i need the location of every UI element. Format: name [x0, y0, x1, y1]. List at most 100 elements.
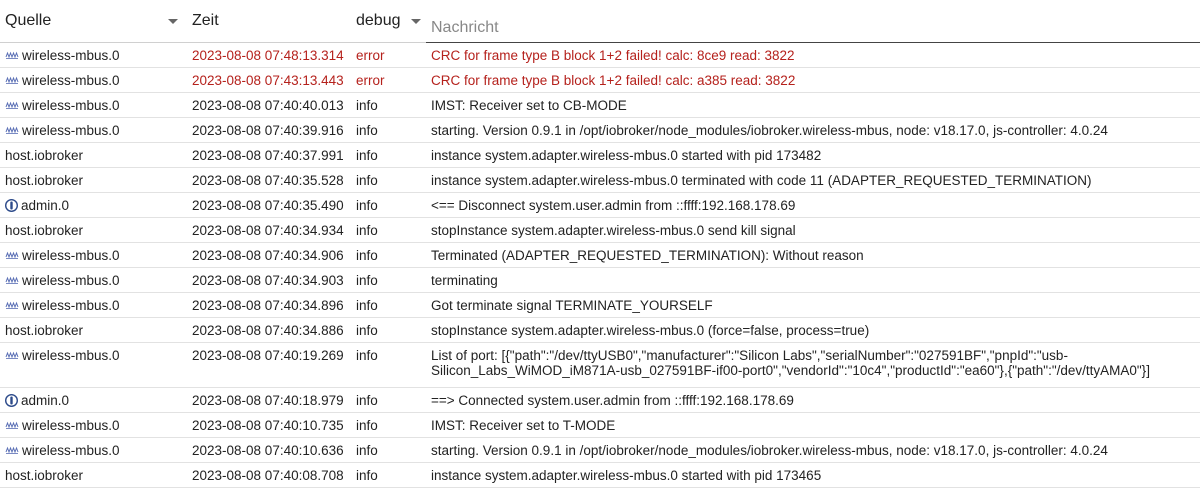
source-cell: admin.0	[0, 388, 186, 412]
message-cell: IMST: Receiver set to T-MODE	[431, 418, 616, 433]
source-cell: wireless-mbus.0	[0, 243, 186, 267]
admin-icon	[5, 394, 18, 407]
table-row[interactable]: host.iobroker 2023-08-08 07:40:08.708 info…	[0, 463, 1200, 488]
table-row[interactable]: wireless-mbus.0 2023-08-08 07:40:40.013 in…	[0, 93, 1200, 118]
message-cell: List of port: [{"path":"/dev/ttyUSB0","m…	[431, 348, 1150, 378]
admin-icon	[5, 199, 18, 212]
level-cell: info	[356, 468, 378, 483]
message-cell: starting. Version 0.9.1 in /opt/iobroker…	[431, 443, 1108, 458]
source-label: wireless-mbus.0	[22, 348, 120, 363]
message-cell: stopInstance system.adapter.wireless-mbu…	[431, 223, 796, 238]
table-row[interactable]: wireless-mbus.0 2023-08-08 07:40:34.903 in…	[0, 268, 1200, 293]
table-row[interactable]: wireless-mbus.0 2023-08-08 07:40:10.636 in…	[0, 438, 1200, 463]
time-cell: 2023-08-08 07:40:10.636	[192, 443, 344, 458]
level-cell: info	[356, 418, 378, 433]
table-row[interactable]: wireless-mbus.0 2023-08-08 07:43:13.443 er…	[0, 68, 1200, 93]
table-row[interactable]: wireless-mbus.0 2023-08-08 07:40:34.896 in…	[0, 293, 1200, 318]
wireless-mbus-icon	[5, 75, 19, 85]
table-row[interactable]: wireless-mbus.0 2023-08-08 07:40:39.916 in…	[0, 118, 1200, 143]
level-filter-label: debug	[356, 12, 401, 29]
table-row[interactable]: wireless-mbus.0 2023-08-08 07:48:13.314 er…	[0, 43, 1200, 68]
message-cell: starting. Version 0.9.1 in /opt/iobroker…	[431, 123, 1108, 138]
source-label: admin.0	[21, 393, 70, 408]
table-row[interactable]: host.iobroker 2023-08-08 07:40:34.886 info…	[0, 318, 1200, 343]
log-rows: wireless-mbus.0 2023-08-08 07:48:13.314 er…	[0, 43, 1200, 488]
time-cell: 2023-08-08 07:40:34.934	[192, 223, 344, 238]
source-cell: wireless-mbus.0	[0, 68, 186, 92]
source-cell: wireless-mbus.0	[0, 93, 186, 117]
time-column-header[interactable]: Zeit	[186, 0, 350, 42]
message-cell: instance system.adapter.wireless-mbus.0 …	[431, 148, 822, 163]
message-cell: CRC for frame type B block 1+2 failed! c…	[431, 73, 796, 88]
source-cell: host.iobroker	[0, 168, 186, 192]
table-row[interactable]: host.iobroker 2023-08-08 07:40:34.934 info…	[0, 218, 1200, 243]
source-label: wireless-mbus.0	[22, 123, 120, 138]
source-label: wireless-mbus.0	[22, 273, 120, 288]
message-cell: instance system.adapter.wireless-mbus.0 …	[431, 468, 822, 483]
table-row[interactable]: wireless-mbus.0 2023-08-08 07:40:34.906 in…	[0, 243, 1200, 268]
source-label: host.iobroker	[5, 468, 84, 483]
source-cell: admin.0	[0, 193, 186, 217]
source-label: host.iobroker	[5, 173, 84, 188]
time-cell: 2023-08-08 07:40:34.896	[192, 298, 344, 313]
level-cell: info	[356, 298, 378, 313]
table-row[interactable]: host.iobroker 2023-08-08 07:40:35.528 info…	[0, 168, 1200, 193]
wireless-mbus-icon	[5, 125, 19, 135]
source-cell: wireless-mbus.0	[0, 118, 186, 142]
level-cell: error	[356, 73, 385, 88]
level-cell: info	[356, 393, 378, 408]
message-filter-placeholder: Nachricht	[431, 18, 499, 36]
level-cell: info	[356, 148, 378, 163]
wireless-mbus-icon	[5, 50, 19, 60]
wireless-mbus-icon	[5, 275, 19, 285]
message-filter-input[interactable]: Nachricht	[426, 13, 1200, 43]
message-cell: stopInstance system.adapter.wireless-mbu…	[431, 323, 870, 338]
message-cell: Terminated (ADAPTER_REQUESTED_TERMINATIO…	[431, 248, 864, 263]
level-cell: error	[356, 48, 385, 63]
source-cell: wireless-mbus.0	[0, 43, 186, 67]
level-cell: info	[356, 248, 378, 263]
message-cell: CRC for frame type B block 1+2 failed! c…	[431, 48, 795, 63]
level-cell: info	[356, 348, 378, 363]
source-label: host.iobroker	[5, 223, 84, 238]
table-row[interactable]: wireless-mbus.0 2023-08-08 07:40:10.735 in…	[0, 413, 1200, 438]
time-cell: 2023-08-08 07:43:13.443	[192, 73, 344, 88]
table-row[interactable]: host.iobroker 2023-08-08 07:40:37.991 info…	[0, 143, 1200, 168]
table-header: Quelle Zeit debug Nachricht	[0, 0, 1200, 43]
time-cell: 2023-08-08 07:48:13.314	[192, 48, 344, 63]
source-cell: host.iobroker	[0, 318, 186, 342]
time-cell: 2023-08-08 07:40:34.903	[192, 273, 344, 288]
source-label: wireless-mbus.0	[22, 98, 120, 113]
source-cell: host.iobroker	[0, 143, 186, 167]
time-cell: 2023-08-08 07:40:39.916	[192, 123, 344, 138]
level-cell: info	[356, 273, 378, 288]
wireless-mbus-icon	[5, 445, 19, 455]
table-row[interactable]: wireless-mbus.0 2023-08-08 07:40:19.269 in…	[0, 343, 1200, 388]
time-cell: 2023-08-08 07:40:10.735	[192, 418, 344, 433]
message-cell: IMST: Receiver set to CB-MODE	[431, 98, 627, 113]
source-cell: wireless-mbus.0	[0, 268, 186, 292]
level-cell: info	[356, 323, 378, 338]
source-cell: host.iobroker	[0, 463, 186, 487]
level-cell: info	[356, 123, 378, 138]
message-cell: <== Disconnect system.user.admin from ::…	[431, 198, 796, 213]
source-label: wireless-mbus.0	[22, 248, 120, 263]
table-row[interactable]: admin.0 2023-08-08 07:40:18.979 info ==> Co…	[0, 388, 1200, 413]
source-label: wireless-mbus.0	[22, 443, 120, 458]
time-cell: 2023-08-08 07:40:35.528	[192, 173, 344, 188]
time-cell: 2023-08-08 07:40:34.886	[192, 323, 344, 338]
table-row[interactable]: admin.0 2023-08-08 07:40:35.490 info <== Di…	[0, 193, 1200, 218]
time-cell: 2023-08-08 07:40:19.269	[192, 348, 344, 363]
level-filter-select[interactable]: debug	[350, 0, 426, 42]
source-cell: wireless-mbus.0	[0, 293, 186, 317]
chevron-down-icon	[410, 18, 421, 24]
source-label: wireless-mbus.0	[22, 418, 120, 433]
source-filter-select[interactable]: Quelle	[0, 0, 186, 42]
wireless-mbus-icon	[5, 300, 19, 310]
time-cell: 2023-08-08 07:40:35.490	[192, 198, 344, 213]
source-cell: wireless-mbus.0	[0, 343, 186, 387]
wireless-mbus-icon	[5, 350, 19, 360]
level-cell: info	[356, 443, 378, 458]
source-filter-label: Quelle	[5, 12, 52, 29]
wireless-mbus-icon	[5, 420, 19, 430]
